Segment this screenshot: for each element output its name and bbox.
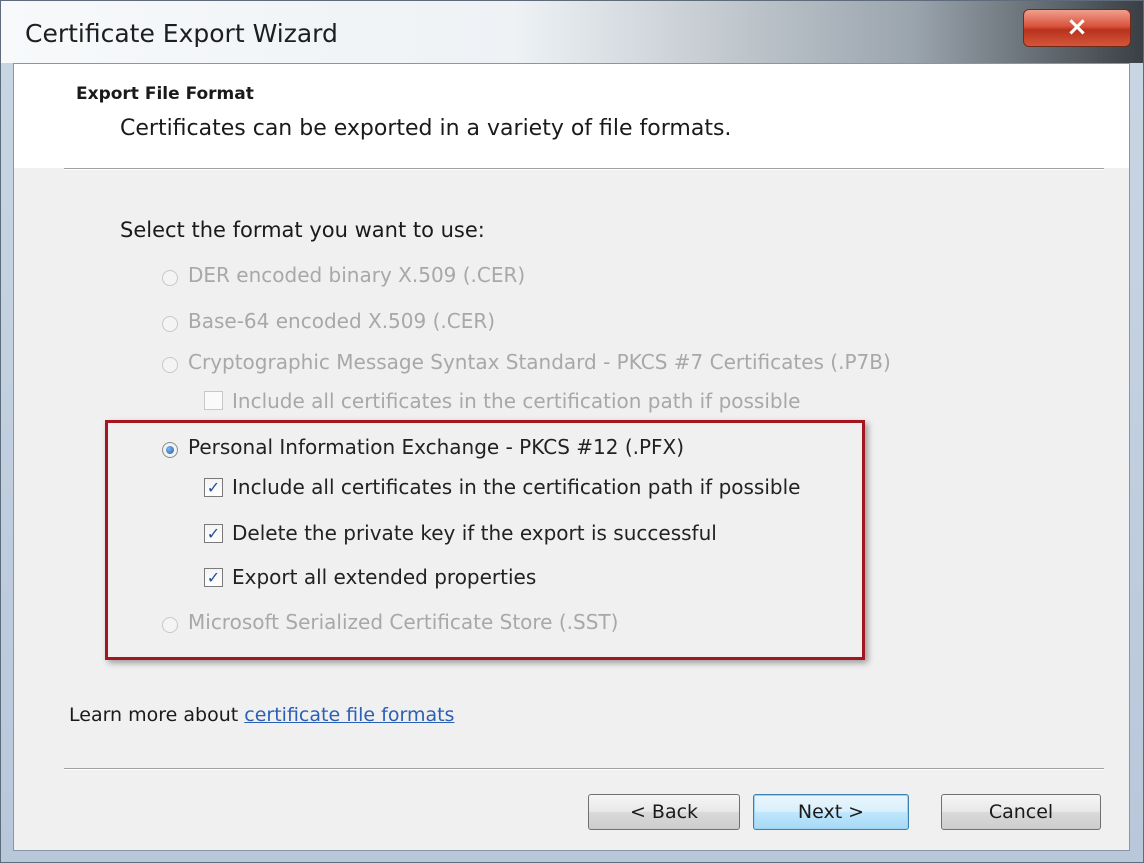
option-der-label[interactable]: DER encoded binary X.509 (.CER) <box>188 263 525 287</box>
checkmark-icon: ✓ <box>206 478 221 497</box>
checkbox-export-extended-properties[interactable]: ✓ <box>204 568 223 587</box>
option-sst-label[interactable]: Microsoft Serialized Certificate Store (… <box>188 610 618 634</box>
wizard-client-area: Export File Format Certificates can be e… <box>13 63 1130 851</box>
cancel-button[interactable]: Cancel <box>941 794 1101 830</box>
close-icon: × <box>1066 12 1088 42</box>
checkbox-delete-private-key-label[interactable]: Delete the private key if the export is … <box>232 521 717 545</box>
checkbox-export-extended-properties-label[interactable]: Export all extended properties <box>232 565 536 589</box>
option-p7b-label[interactable]: Cryptographic Message Syntax Standard - … <box>188 350 891 374</box>
checkbox-include-path-label[interactable]: Include all certificates in the certific… <box>232 475 800 499</box>
radio-der[interactable] <box>162 270 178 286</box>
title-bar[interactable]: Certificate Export Wizard × <box>1 1 1143 63</box>
page-subtitle: Certificates can be exported in a variet… <box>120 116 732 141</box>
radio-sst[interactable] <box>162 617 178 633</box>
footer-divider <box>64 768 1104 770</box>
page-title: Export File Format <box>76 84 254 104</box>
certificate-formats-link[interactable]: certificate file formats <box>244 704 454 726</box>
next-button[interactable]: Next > <box>753 794 909 830</box>
radio-p7b[interactable] <box>162 357 178 373</box>
radio-base64[interactable] <box>162 316 178 332</box>
learn-more-text: Learn more about certificate file format… <box>69 704 454 726</box>
wizard-header: Export File Format Certificates can be e… <box>14 64 1129 168</box>
checkbox-delete-private-key[interactable]: ✓ <box>204 524 223 543</box>
back-button[interactable]: < Back <box>588 794 740 830</box>
checkmark-icon: ✓ <box>206 568 221 587</box>
format-prompt: Select the format you want to use: <box>120 218 485 242</box>
checkbox-p7b-include-path-label[interactable]: Include all certificates in the certific… <box>232 389 800 413</box>
header-divider <box>64 168 1104 170</box>
checkbox-p7b-include-path[interactable] <box>204 391 223 410</box>
option-pfx-label[interactable]: Personal Information Exchange - PKCS #12… <box>188 435 684 459</box>
learn-more-prefix: Learn more about <box>69 704 245 726</box>
checkmark-icon: ✓ <box>206 524 221 543</box>
checkbox-include-path[interactable]: ✓ <box>204 478 223 497</box>
wizard-window: Certificate Export Wizard × Export File … <box>0 0 1144 863</box>
radio-pfx[interactable] <box>162 442 178 458</box>
close-button[interactable]: × <box>1023 9 1131 47</box>
option-base64-label[interactable]: Base-64 encoded X.509 (.CER) <box>188 309 495 333</box>
window-title: Certificate Export Wizard <box>25 19 338 48</box>
